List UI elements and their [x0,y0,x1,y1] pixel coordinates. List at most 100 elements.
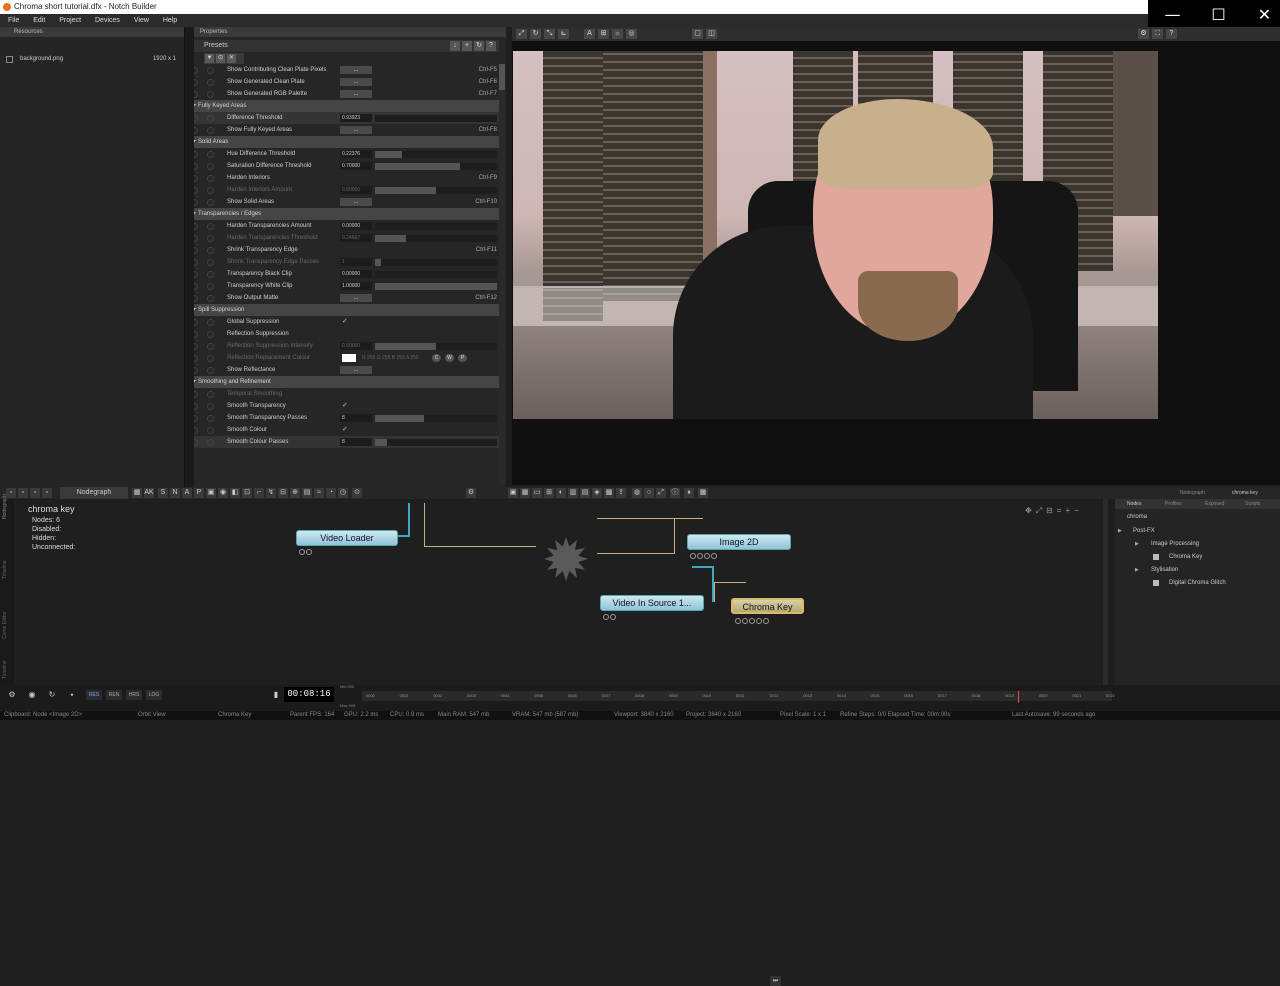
expose-icon[interactable] [207,127,214,134]
grid-icon[interactable]: ⊞ [598,29,609,39]
node-video-loader[interactable]: Video Loader [296,530,398,555]
gear-node-icon[interactable]: ✹ [535,531,597,589]
waveform-icon[interactable]: ≈ [314,488,324,498]
property-row[interactable]: Saturation Difference Threshold 0.70000 [186,160,499,172]
camera-node-icon[interactable]: ◧ [230,488,240,498]
property-slider[interactable] [375,343,497,350]
expose-icon[interactable] [207,223,214,230]
tab-scripts[interactable]: Scripts [1245,499,1260,509]
ren-button[interactable]: REN [106,690,122,700]
property-row[interactable]: Harden Interiors Amount 0.50000 [186,184,499,196]
menu-file[interactable]: File [8,17,19,24]
property-row[interactable]: Smooth Colour ✓ [186,424,499,436]
scroll-thumb[interactable] [499,64,505,90]
side-tab-timeline[interactable]: Timeline [2,560,8,579]
expose-icon[interactable] [207,259,214,266]
frame-icon[interactable]: ▢ [692,29,703,39]
property-row[interactable]: Hue Difference Threshold 0.22376 [186,148,499,160]
property-row[interactable]: Smooth Transparency ✓ [186,400,499,412]
node-ports[interactable] [299,547,313,561]
expose-icon[interactable] [207,439,214,446]
expose-icon[interactable] [207,115,214,122]
log-button[interactable]: LOG [146,690,162,700]
expose-icon[interactable] [207,187,214,194]
target-icon[interactable]: ⊙ [352,488,362,498]
nodegraph-scrollbar[interactable] [1103,499,1108,685]
preset-add-icon[interactable]: + [462,41,472,51]
settings-icon[interactable]: ⚙ [6,689,18,701]
property-row[interactable]: Smooth Colour Passes 8 [186,436,499,448]
filter-n[interactable]: N [170,488,180,498]
section-header[interactable]: Fully Keyed Areas [186,100,499,112]
ak-toggle[interactable]: A [584,29,595,39]
tab-nodes[interactable]: Nodes [1127,499,1141,509]
render-mode-icon[interactable]: ▣ [508,488,518,498]
property-row[interactable]: Reflection Replacement Colour R 255 G 255… [186,352,499,364]
property-value-field[interactable]: 0.24667 [340,234,372,242]
scale-tool-icon[interactable]: ⤡ [544,29,555,39]
property-row[interactable]: Harden Interiors Ctrl-F9 [186,172,499,184]
view-icon[interactable]: ◫ [706,29,717,39]
property-slider[interactable] [375,271,497,278]
node-image-2d[interactable]: Image 2D [687,534,791,559]
expose-icon[interactable] [207,415,214,422]
property-row[interactable]: Global Suppression ✓ [186,316,499,328]
property-button[interactable]: ... [340,198,372,206]
property-row[interactable]: Reflection Suppression Intensity 0.50000 [186,340,499,352]
mask-icon[interactable]: ◐ [556,488,566,498]
presets-bar[interactable]: Presets ↓ + ↻ ? [186,40,499,52]
property-value-field[interactable]: 0.00000 [340,270,372,278]
property-row[interactable]: Show Output Matte... Ctrl-F12 [186,292,499,304]
nodes-panel-tab-left[interactable]: Nodegraph [1180,490,1205,496]
filter-p[interactable]: P [194,488,204,498]
section-header[interactable]: Solid Areas [186,136,499,148]
hrs-button[interactable]: HRS [126,690,142,700]
property-row[interactable]: Show Reflectance... [186,364,499,376]
curve-icon[interactable]: ⌐ [254,488,264,498]
property-checkbox[interactable]: ✓ [342,424,348,436]
viewport-fullscreen-icon[interactable]: ⛶ [1152,29,1163,39]
viewport[interactable] [512,41,1280,485]
filter-s[interactable]: S [158,488,168,498]
property-row[interactable]: Reflection Suppression [186,328,499,340]
dial-icon[interactable]: ◔ [326,488,336,498]
preset-help-icon[interactable]: ? [486,41,496,51]
tab-nodegraph[interactable]: Nodegraph [60,487,128,499]
section-header[interactable]: Transparencies / Edges [186,208,499,220]
property-row[interactable]: Show Fully Keyed Areas... Ctrl-F8 [186,124,499,136]
expose-icon[interactable] [207,427,214,434]
property-checkbox[interactable]: ✓ [342,400,348,412]
expand-arrow-icon[interactable]: ▶ [1135,538,1139,551]
tree-item-image-processing[interactable]: ▶ Image Processing [1115,538,1280,551]
property-value-field[interactable]: 1.00000 [340,282,372,290]
property-value-field[interactable]: 0.93923 [340,114,372,122]
filter-a[interactable]: A [182,488,192,498]
overlay-icon[interactable]: ▦ [520,488,530,498]
maximize-button[interactable]: ☐ [1196,0,1241,30]
tab-profiles[interactable]: Profiles [1165,499,1182,509]
property-value-field[interactable]: 0.22376 [340,150,372,158]
property-value-field[interactable]: 0.00000 [340,222,372,230]
target-node-icon[interactable]: ◉ [218,488,228,498]
side-tab-timeline-2[interactable]: Timeline [2,660,8,679]
expose-icon[interactable] [207,355,214,362]
folder-icon[interactable]: ▫ [42,488,52,498]
property-row[interactable]: Harden Transparencies Amount 0.00000 [186,220,499,232]
property-row[interactable]: Show Generated Clean Plate... Ctrl-F6 [186,76,499,88]
paste-icon[interactable]: ▫ [30,488,40,498]
expose-icon[interactable] [207,283,214,290]
property-slider[interactable] [375,235,497,242]
refresh-icon[interactable]: ↻ [46,689,58,701]
target-icon[interactable]: ⊙ [216,54,225,63]
colour-p-button[interactable]: P [458,354,467,362]
move-tool-icon[interactable]: ⤢ [516,29,527,39]
stats-icon[interactable]: ▥ [568,488,578,498]
property-row[interactable]: Smooth Transparency Passes 8 [186,412,499,424]
expand-arrow-icon[interactable]: ▶ [1118,525,1122,538]
property-row[interactable]: Harden Transparencies Threshold 0.24667 [186,232,499,244]
property-button[interactable]: ... [340,366,372,374]
node-video-in-source[interactable]: Video In Source 1... [600,595,704,620]
viewport-help-icon[interactable]: ? [1166,29,1177,39]
timecode-display[interactable]: 00:08:16 [284,687,334,702]
menu-view[interactable]: View [134,17,149,24]
